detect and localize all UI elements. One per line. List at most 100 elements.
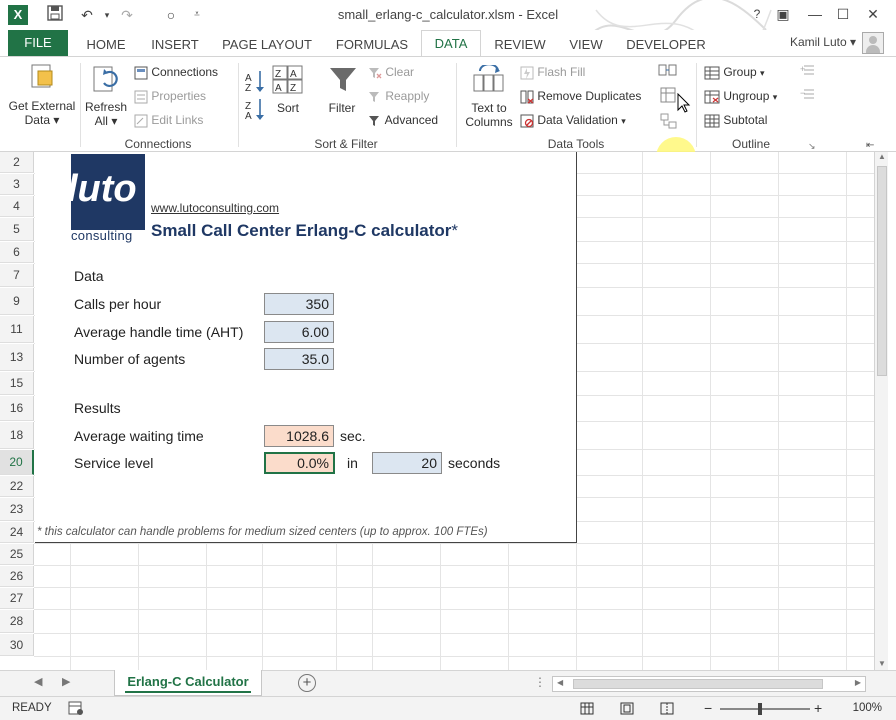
tab-insert[interactable]: INSERT bbox=[146, 34, 204, 56]
edit-links-button[interactable]: Edit Links bbox=[134, 111, 203, 129]
scroll-up-icon[interactable]: ▲ bbox=[878, 152, 886, 161]
row-header[interactable]: 23 bbox=[0, 498, 34, 521]
get-external-data-button[interactable]: Get External Data ▾ bbox=[4, 99, 80, 127]
service-level-output[interactable]: 0.0% bbox=[264, 452, 335, 474]
row-header[interactable]: 7 bbox=[0, 264, 34, 287]
consolidate-icon[interactable] bbox=[658, 63, 678, 79]
svg-text:A: A bbox=[275, 83, 282, 94]
tab-split-icon[interactable]: ⋮ bbox=[534, 675, 546, 689]
tab-page-layout[interactable]: PAGE LAYOUT bbox=[218, 34, 316, 56]
row-header[interactable]: 16 bbox=[0, 396, 34, 421]
service-level-in-label: in bbox=[347, 455, 358, 471]
horizontal-scrollbar[interactable]: ◀ ▶ bbox=[552, 676, 866, 692]
row-header[interactable]: 9 bbox=[0, 288, 34, 315]
subtotal-button[interactable]: Subtotal bbox=[704, 111, 767, 129]
clear-button[interactable]: Clear bbox=[368, 63, 414, 81]
show-detail-icon[interactable]: + bbox=[800, 63, 816, 77]
svg-text:Z: Z bbox=[275, 69, 281, 80]
sheet-tab-erlang-c[interactable]: Erlang-C Calculator bbox=[114, 670, 262, 696]
service-level-seconds-unit: seconds bbox=[448, 455, 501, 471]
aht-input[interactable]: 6.00 bbox=[264, 321, 334, 343]
group-label-data-tools: Data Tools bbox=[547, 137, 605, 151]
properties-button[interactable]: Properties bbox=[134, 87, 206, 105]
scroll-down-icon[interactable]: ▼ bbox=[878, 659, 886, 668]
row-header[interactable]: 5 bbox=[0, 218, 34, 241]
row-header[interactable]: 2 bbox=[0, 152, 34, 173]
worksheet-grid[interactable]: 2 3 4 5 6 7 9 11 13 15 16 18 20 22 23 24 25 26 27 28 30 luto… bbox=[0, 152, 896, 670]
flash-fill-button[interactable]: Flash Fill bbox=[520, 63, 585, 81]
svg-text:A: A bbox=[290, 69, 297, 80]
zoom-out-icon[interactable]: − bbox=[704, 700, 712, 716]
tab-home[interactable]: HOME bbox=[80, 34, 132, 56]
agents-input[interactable]: 35.0 bbox=[264, 348, 334, 370]
reapply-button[interactable]: Reapply bbox=[368, 87, 429, 105]
row-header[interactable]: 28 bbox=[0, 610, 34, 633]
flash-fill-icon bbox=[520, 66, 534, 80]
calls-per-hour-label: Calls per hour bbox=[74, 296, 162, 312]
horizontal-scroll-thumb[interactable] bbox=[573, 679, 823, 689]
tab-developer[interactable]: DEVELOPER bbox=[624, 34, 708, 56]
page-layout-view-icon[interactable] bbox=[620, 702, 634, 715]
connections-button[interactable]: Connections bbox=[134, 63, 218, 81]
zoom-level[interactable]: 100% bbox=[853, 702, 882, 714]
refresh-all-button[interactable]: Refresh All ▾ bbox=[82, 100, 130, 128]
prev-sheet-icon[interactable]: ◀ bbox=[34, 675, 42, 688]
group-button[interactable]: Group ▾ bbox=[704, 63, 765, 81]
close-button[interactable]: ✕ bbox=[860, 4, 886, 24]
row-header[interactable]: 4 bbox=[0, 196, 34, 217]
row-header[interactable]: 13 bbox=[0, 344, 34, 371]
add-sheet-button[interactable]: + bbox=[298, 674, 316, 692]
service-level-seconds-input[interactable]: 20 bbox=[372, 452, 442, 474]
group-label-connections: Connections bbox=[124, 137, 192, 151]
tab-review[interactable]: REVIEW bbox=[492, 34, 548, 56]
scroll-left-icon[interactable]: ◀ bbox=[557, 678, 563, 687]
row-header[interactable]: 27 bbox=[0, 588, 34, 609]
sort-icon: Z A A Z bbox=[272, 65, 303, 94]
vertical-scrollbar[interactable]: ▲ ▼ bbox=[874, 152, 888, 670]
normal-view-icon[interactable] bbox=[580, 702, 594, 715]
avg-waiting-time-label: Average waiting time bbox=[74, 428, 204, 444]
text-to-columns-button[interactable]: Text to Columns bbox=[460, 101, 518, 129]
avatar[interactable] bbox=[862, 32, 884, 54]
remove-duplicates-button[interactable]: Remove Duplicates bbox=[520, 87, 641, 105]
row-header[interactable]: 3 bbox=[0, 174, 34, 195]
row-header[interactable]: 22 bbox=[0, 476, 34, 497]
row-header[interactable]: 20 bbox=[0, 450, 34, 475]
row-header[interactable]: 15 bbox=[0, 372, 34, 395]
row-header[interactable]: 18 bbox=[0, 422, 34, 449]
relationships-icon[interactable] bbox=[660, 113, 678, 129]
next-sheet-icon[interactable]: ▶ bbox=[62, 675, 70, 688]
user-name[interactable]: Kamil Luto ▾ bbox=[790, 35, 856, 49]
sort-az-icon[interactable]: AZ ZA bbox=[244, 67, 266, 123]
zoom-slider[interactable] bbox=[720, 703, 810, 715]
vertical-scroll-thumb[interactable] bbox=[877, 166, 887, 376]
sort-button[interactable]: Sort bbox=[268, 101, 308, 115]
row-header[interactable]: 30 bbox=[0, 634, 34, 656]
advanced-button[interactable]: Advanced bbox=[368, 111, 438, 129]
filter-button[interactable]: Filter bbox=[322, 101, 362, 115]
ungroup-button[interactable]: Ungroup ▾ bbox=[704, 87, 777, 105]
row-header[interactable]: 25 bbox=[0, 544, 34, 565]
website-link[interactable]: www.lutoconsulting.com bbox=[151, 201, 279, 215]
maximize-button[interactable]: ☐ bbox=[830, 4, 856, 24]
page-break-view-icon[interactable] bbox=[660, 702, 674, 715]
ribbon-display-options-icon[interactable]: ▣ bbox=[770, 4, 796, 24]
tab-file[interactable]: FILE bbox=[8, 30, 68, 56]
macro-record-icon[interactable] bbox=[68, 701, 84, 715]
svg-text:+: + bbox=[800, 64, 805, 74]
row-header[interactable]: 26 bbox=[0, 566, 34, 587]
tab-view[interactable]: VIEW bbox=[564, 34, 608, 56]
row-header[interactable]: 24 bbox=[0, 522, 34, 543]
row-header[interactable]: 11 bbox=[0, 316, 34, 343]
tab-data[interactable]: DATA bbox=[421, 30, 481, 57]
minimize-button[interactable]: — bbox=[802, 4, 828, 24]
avg-waiting-time-output[interactable]: 1028.6 bbox=[264, 425, 334, 447]
hide-detail-icon[interactable]: − bbox=[800, 87, 816, 101]
scroll-right-icon[interactable]: ▶ bbox=[855, 678, 861, 687]
help-button[interactable]: ? bbox=[744, 4, 770, 24]
calls-per-hour-input[interactable]: 350 bbox=[264, 293, 334, 315]
zoom-in-icon[interactable]: + bbox=[814, 700, 822, 716]
data-validation-button[interactable]: Data Validation ▾ bbox=[520, 111, 626, 129]
tab-formulas[interactable]: FORMULAS bbox=[330, 34, 414, 56]
row-header[interactable]: 6 bbox=[0, 242, 34, 263]
